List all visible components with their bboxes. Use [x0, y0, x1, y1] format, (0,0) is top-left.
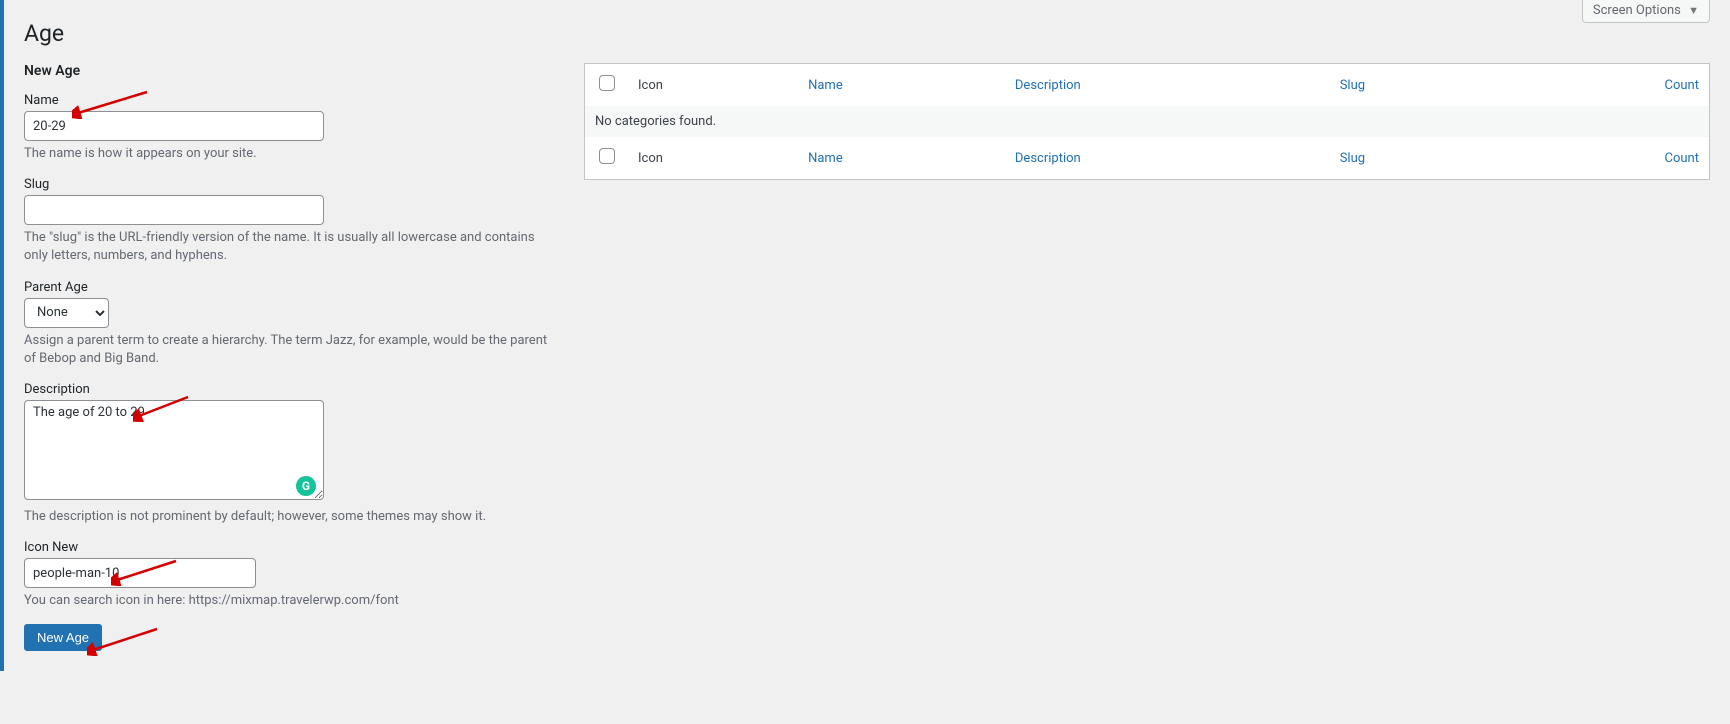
chevron-down-icon: ▼	[1688, 4, 1699, 17]
field-icon: Icon New You can search icon in here: ht…	[24, 540, 554, 610]
page-title: Age	[24, 10, 1710, 47]
name-help: The name is how it appears on your site.	[24, 145, 554, 163]
name-input[interactable]	[24, 111, 324, 141]
admin-left-accent	[0, 0, 4, 671]
icon-label: Icon New	[24, 540, 554, 555]
field-slug: Slug The "slug" is the URL-friendly vers…	[24, 177, 554, 265]
icon-input[interactable]	[24, 558, 256, 588]
table-empty-row: No categories found.	[585, 106, 1710, 137]
table-footer-row: Icon Name Description Slug Count	[585, 137, 1710, 180]
table-empty-msg: No categories found.	[585, 106, 1710, 137]
terms-table: Icon Name Description Slug Count No cate…	[584, 63, 1710, 180]
field-description: Description G The description is not pro…	[24, 382, 554, 526]
col-count-sort[interactable]: Count	[1665, 78, 1699, 93]
screen-options-label: Screen Options	[1593, 3, 1681, 18]
col-name-sort[interactable]: Name	[808, 78, 843, 93]
description-label: Description	[24, 382, 554, 397]
col-icon: Icon	[628, 64, 798, 107]
col-slug-foot[interactable]: Slug	[1340, 151, 1365, 166]
field-name: Name The name is how it appears on your …	[24, 93, 554, 163]
select-all-top[interactable]	[599, 75, 615, 91]
col-slug-sort[interactable]: Slug	[1340, 78, 1365, 93]
submit-button[interactable]: New Age	[24, 624, 102, 651]
slug-help: The "slug" is the URL-friendly version o…	[24, 229, 554, 265]
slug-label: Slug	[24, 177, 554, 192]
col-name-foot[interactable]: Name	[808, 151, 843, 166]
icon-help: You can search icon in here: https://mix…	[24, 592, 554, 610]
col-description-foot[interactable]: Description	[1015, 151, 1081, 166]
field-parent: Parent Age None Assign a parent term to …	[24, 280, 554, 368]
select-all-bottom[interactable]	[599, 148, 615, 164]
description-textarea[interactable]	[24, 400, 324, 500]
form-heading: New Age	[24, 63, 554, 79]
description-help: The description is not prominent by defa…	[24, 508, 554, 526]
parent-help: Assign a parent term to create a hierarc…	[24, 332, 554, 368]
parent-select[interactable]: None	[24, 298, 109, 328]
screen-options-toggle[interactable]: Screen Options ▼	[1582, 0, 1710, 23]
col-icon-foot: Icon	[628, 137, 798, 180]
slug-input[interactable]	[24, 195, 324, 225]
col-description-sort[interactable]: Description	[1015, 78, 1081, 93]
parent-label: Parent Age	[24, 280, 554, 295]
col-count-foot[interactable]: Count	[1665, 151, 1699, 166]
grammarly-icon[interactable]: G	[296, 476, 316, 496]
table-header-row: Icon Name Description Slug Count	[585, 64, 1710, 107]
name-label: Name	[24, 93, 554, 108]
